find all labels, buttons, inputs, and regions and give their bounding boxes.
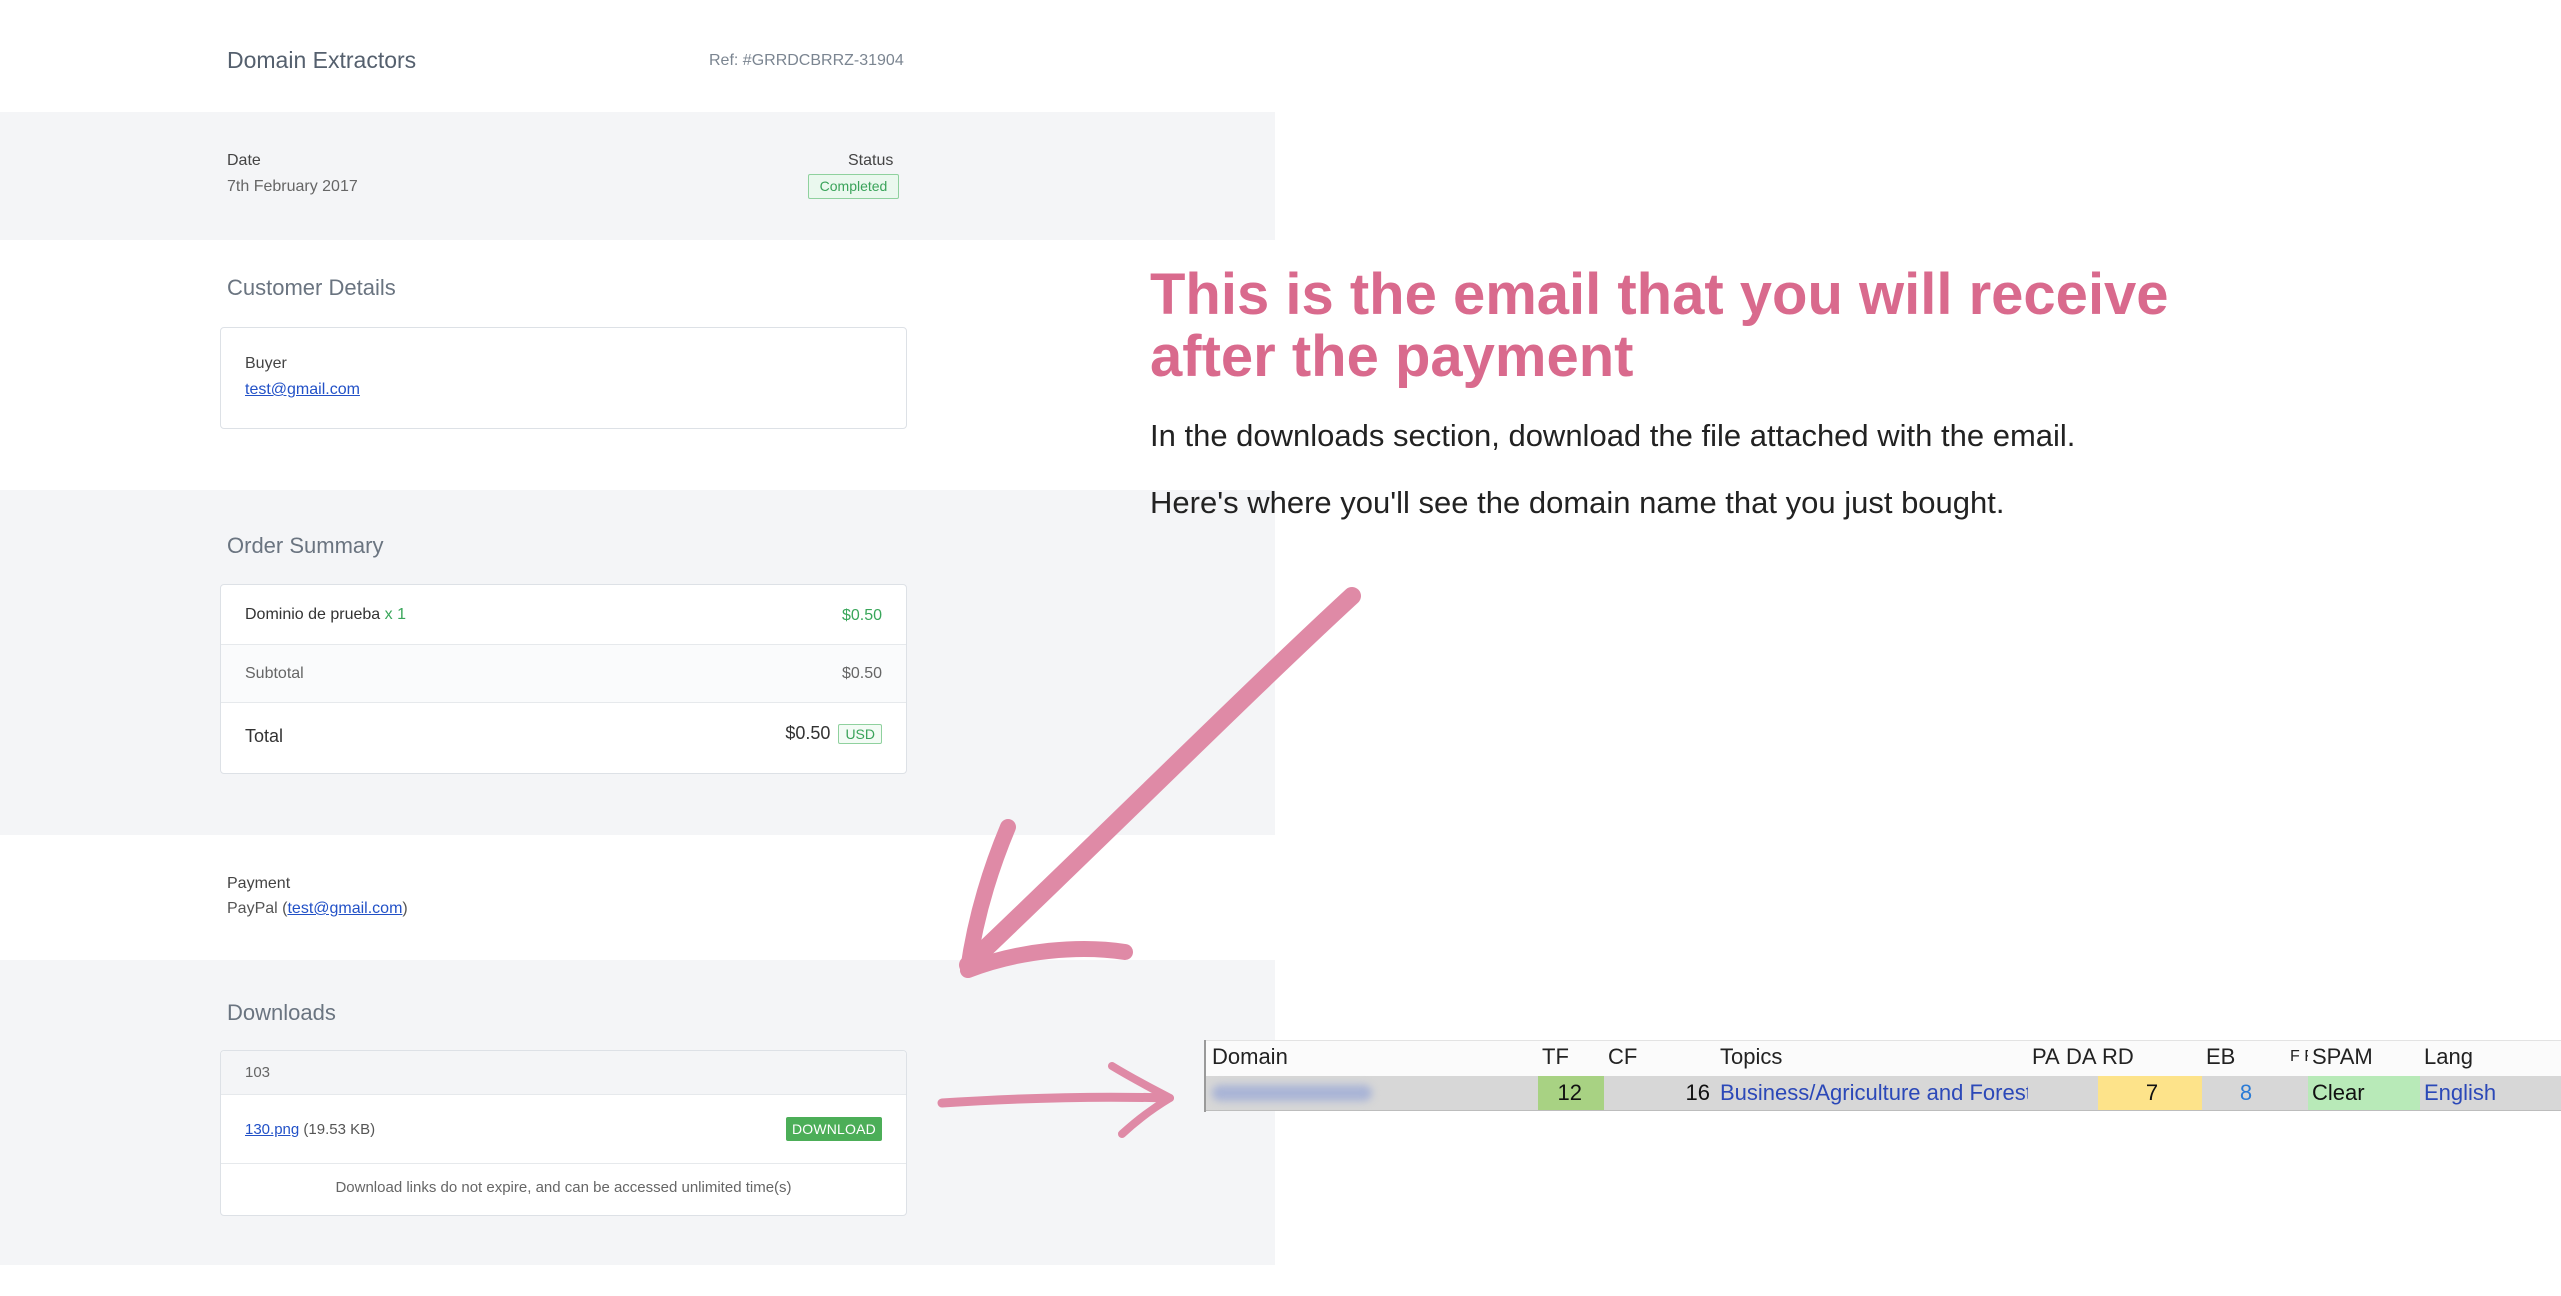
arrow-to-spreadsheet	[937, 1092, 1173, 1108]
sheet-cell-lang: English	[2424, 1080, 2497, 1105]
sheet-cell-rd: 7	[2098, 1076, 2202, 1110]
sheet-header-pa: PA	[2032, 1044, 2060, 1069]
sheet-header-rd: RD	[2102, 1044, 2134, 1069]
sheet-header-da: DA	[2066, 1044, 2097, 1069]
sheet-cell-topics: Business/Agriculture and Forestry; R	[1720, 1080, 2028, 1105]
sheet-header-domain: Domain	[1212, 1044, 1288, 1069]
sheet-header-topics: Topics	[1720, 1044, 1783, 1069]
sheet-cell-cf: 16	[1685, 1080, 1710, 1105]
sheet-header-cf: CF	[1608, 1044, 1638, 1069]
sheet-cell-pa	[2028, 1076, 2062, 1110]
sheet-cell-eb: 8	[2239, 1080, 2253, 1105]
sheet-cell-domain	[1208, 1076, 1538, 1110]
sheet-cell-tf: 12	[1538, 1076, 1604, 1110]
arrow-to-downloads	[959, 587, 1361, 974]
sheet-left-border	[1204, 1040, 1206, 1112]
spreadsheet-excerpt: Domain TF CF Topics PA DA RD EB F F SPAM…	[1204, 1040, 2561, 1112]
sheet-cell-spam: Clear	[2308, 1076, 2420, 1110]
sheet-header-tf: TF	[1542, 1044, 1569, 1069]
sheet-header-spam: SPAM	[2312, 1044, 2373, 1069]
sheet-header-eb: EB	[2206, 1044, 2236, 1069]
sheet-header-lang: Lang	[2424, 1044, 2473, 1069]
sheet-header-ff: F F	[2290, 1048, 2308, 1065]
sheet-cell-da	[2062, 1076, 2098, 1110]
arrowhead-lower-stroke	[1118, 1094, 1174, 1138]
